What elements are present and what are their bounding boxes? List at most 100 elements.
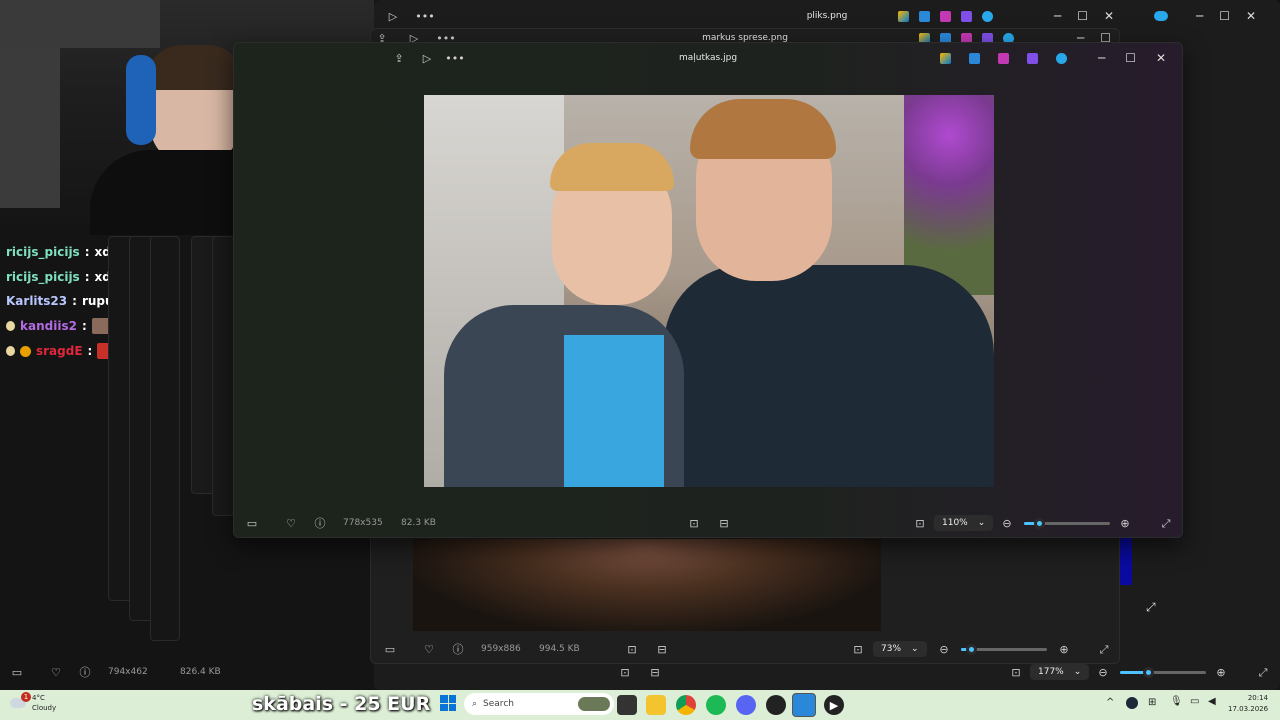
ocr-icon[interactable]: ⊟ [713, 512, 735, 534]
zoom-value: 73% [881, 644, 902, 654]
photos-icon[interactable] [792, 693, 816, 717]
filmstrip-icon[interactable]: ▭ [379, 638, 401, 660]
network-icon[interactable]: ⊞ [1148, 697, 1156, 708]
fullscreen-icon[interactable]: ⤢ [1093, 638, 1115, 660]
zoom-in-icon[interactable]: ⊕ [1210, 661, 1232, 683]
mic-icon[interactable]: 🎙 [1170, 696, 1183, 707]
more-icon[interactable]: ••• [414, 5, 436, 27]
close-icon[interactable]: ✕ [1156, 51, 1166, 65]
window-title: maļutkas.jpg [678, 53, 738, 63]
filesize-label: 826.4 KB [180, 667, 221, 677]
zoom-out-icon[interactable]: ⊖ [1092, 661, 1114, 683]
maximize-icon[interactable]: ☐ [1077, 9, 1088, 23]
task-view-icon[interactable] [617, 695, 637, 715]
ocr-icon[interactable]: ⊟ [651, 638, 673, 660]
fit-icon[interactable]: ⊡ [909, 512, 931, 534]
favorite-icon[interactable]: ♡ [45, 661, 67, 683]
fullscreen-icon[interactable]: ⤢ [1146, 600, 1156, 615]
slideshow-icon[interactable]: ▷ [382, 5, 404, 27]
onedrive-icon[interactable] [1056, 52, 1067, 64]
fit-icon[interactable]: ⊡ [1005, 661, 1027, 683]
photo-boy-right-body [664, 265, 994, 487]
zoom-slider[interactable] [961, 643, 1047, 655]
fullscreen-icon[interactable]: ⤢ [1252, 661, 1274, 683]
share-icon[interactable]: ⇪ [388, 47, 410, 69]
dimensions-label: 794x462 [108, 667, 148, 677]
zoom-in-icon[interactable]: ⊕ [1053, 638, 1075, 660]
onedrive-icon[interactable] [982, 10, 993, 22]
ghost-window [150, 236, 180, 641]
maximize-icon[interactable]: ☐ [1219, 9, 1230, 23]
designer-icon[interactable] [998, 52, 1009, 64]
onedrive-icon[interactable] [1154, 11, 1168, 21]
steam-icon[interactable] [1126, 697, 1138, 709]
taskbar-search[interactable]: ⌕ Search [464, 693, 614, 715]
slideshow-icon[interactable]: ▷ [416, 47, 438, 69]
display-icon[interactable]: ▭ [1190, 696, 1199, 707]
designer-icon[interactable] [940, 10, 951, 22]
edit-icon[interactable] [919, 10, 930, 22]
fit-icon[interactable]: ⊡ [847, 638, 869, 660]
photo-bottombar: ▭ ♡ ⓘ 959x886 994.5 KB ⊡ ⊟ ⊡ 73% ⌄ ⊖ ⊕ ⤢ [371, 633, 1119, 663]
copilot-icon[interactable] [898, 10, 909, 22]
visual-search-icon[interactable]: ⊡ [683, 512, 705, 534]
clipchamp-icon[interactable] [1027, 52, 1038, 64]
spotify-icon[interactable] [706, 695, 726, 715]
zoom-in-icon[interactable]: ⊕ [1114, 512, 1136, 534]
zoom-select[interactable]: 110% ⌄ [934, 515, 994, 531]
chat-message: ricijs_picijs: xd [6, 245, 111, 259]
zoom-select[interactable]: 73% ⌄ [873, 641, 927, 657]
minimize-icon[interactable]: ─ [1098, 51, 1105, 65]
minimize-icon[interactable]: ─ [1196, 9, 1203, 23]
weather-widget[interactable]: 4°C Cloudy [10, 693, 56, 713]
filmstrip-icon[interactable]: ▭ [6, 661, 28, 683]
discord-icon[interactable] [736, 695, 756, 715]
edit-icon[interactable] [969, 52, 980, 64]
close-icon[interactable]: ✕ [1104, 9, 1114, 23]
fullscreen-icon[interactable]: ⤢ [1155, 512, 1177, 534]
webcam-person-hair [145, 45, 245, 90]
chevron-down-icon: ⌄ [977, 518, 986, 528]
media-player-icon[interactable]: ▶ [824, 695, 844, 715]
filmstrip-icon[interactable]: ▭ [241, 512, 263, 534]
zoom-value: 177% [1038, 667, 1064, 677]
info-icon[interactable]: ⓘ [309, 512, 331, 534]
photo-boy-left-hair [550, 143, 674, 191]
zoom-select[interactable]: 177% ⌄ [1030, 664, 1090, 680]
clipchamp-icon[interactable] [961, 10, 972, 22]
chat-sub-badge-icon [20, 345, 31, 357]
visual-search-icon[interactable]: ⊡ [614, 661, 636, 683]
filesize-label: 994.5 KB [539, 644, 580, 654]
zoom-slider[interactable] [1120, 666, 1206, 678]
photos-window-front[interactable]: ⇪ ▷ ••• maļutkas.jpg ─ ☐ ✕ ▭ ♡ ⓘ 778x535 82.… [233, 42, 1183, 538]
search-highlight-icon [578, 697, 610, 711]
zoom-out-icon[interactable]: ⊖ [996, 512, 1018, 534]
minimize-icon[interactable]: ─ [1054, 9, 1061, 23]
maximize-icon[interactable]: ☐ [1125, 51, 1136, 65]
file-explorer-icon[interactable] [646, 695, 666, 715]
chat-message: kandiis2: [6, 318, 110, 334]
ghost-window [212, 236, 234, 516]
start-icon[interactable] [440, 695, 456, 711]
webcam-shelf [0, 0, 160, 48]
chat-badge-icon [6, 321, 15, 331]
favorite-icon[interactable]: ♡ [418, 638, 440, 660]
info-icon[interactable]: ⓘ [447, 638, 469, 660]
favorite-icon[interactable]: ♡ [280, 512, 302, 534]
chrome-icon[interactable] [676, 695, 696, 715]
ocr-icon[interactable]: ⊟ [644, 661, 666, 683]
copilot-icon[interactable] [940, 52, 951, 64]
info-icon[interactable]: ⓘ [74, 661, 96, 683]
zoom-slider[interactable] [1024, 517, 1110, 529]
search-placeholder: Search [483, 699, 514, 709]
zoom-value: 110% [942, 518, 968, 528]
zoom-out-icon[interactable]: ⊖ [933, 638, 955, 660]
photo-bottombar: ▭ ♡ ⓘ 778x535 82.3 KB ⊡ ⊟ ⊡ 110% ⌄ ⊖ ⊕ ⤢ [234, 507, 1182, 537]
github-icon[interactable] [766, 695, 786, 715]
show-hidden-icons-icon[interactable]: ^ [1106, 697, 1114, 708]
more-icon[interactable]: ••• [444, 47, 466, 69]
volume-icon[interactable]: ◀ [1208, 696, 1216, 707]
visual-search-icon[interactable]: ⊡ [621, 638, 643, 660]
close-icon[interactable]: ✕ [1246, 9, 1256, 23]
clock[interactable]: 20:14 17.03.2026 [1228, 693, 1268, 715]
